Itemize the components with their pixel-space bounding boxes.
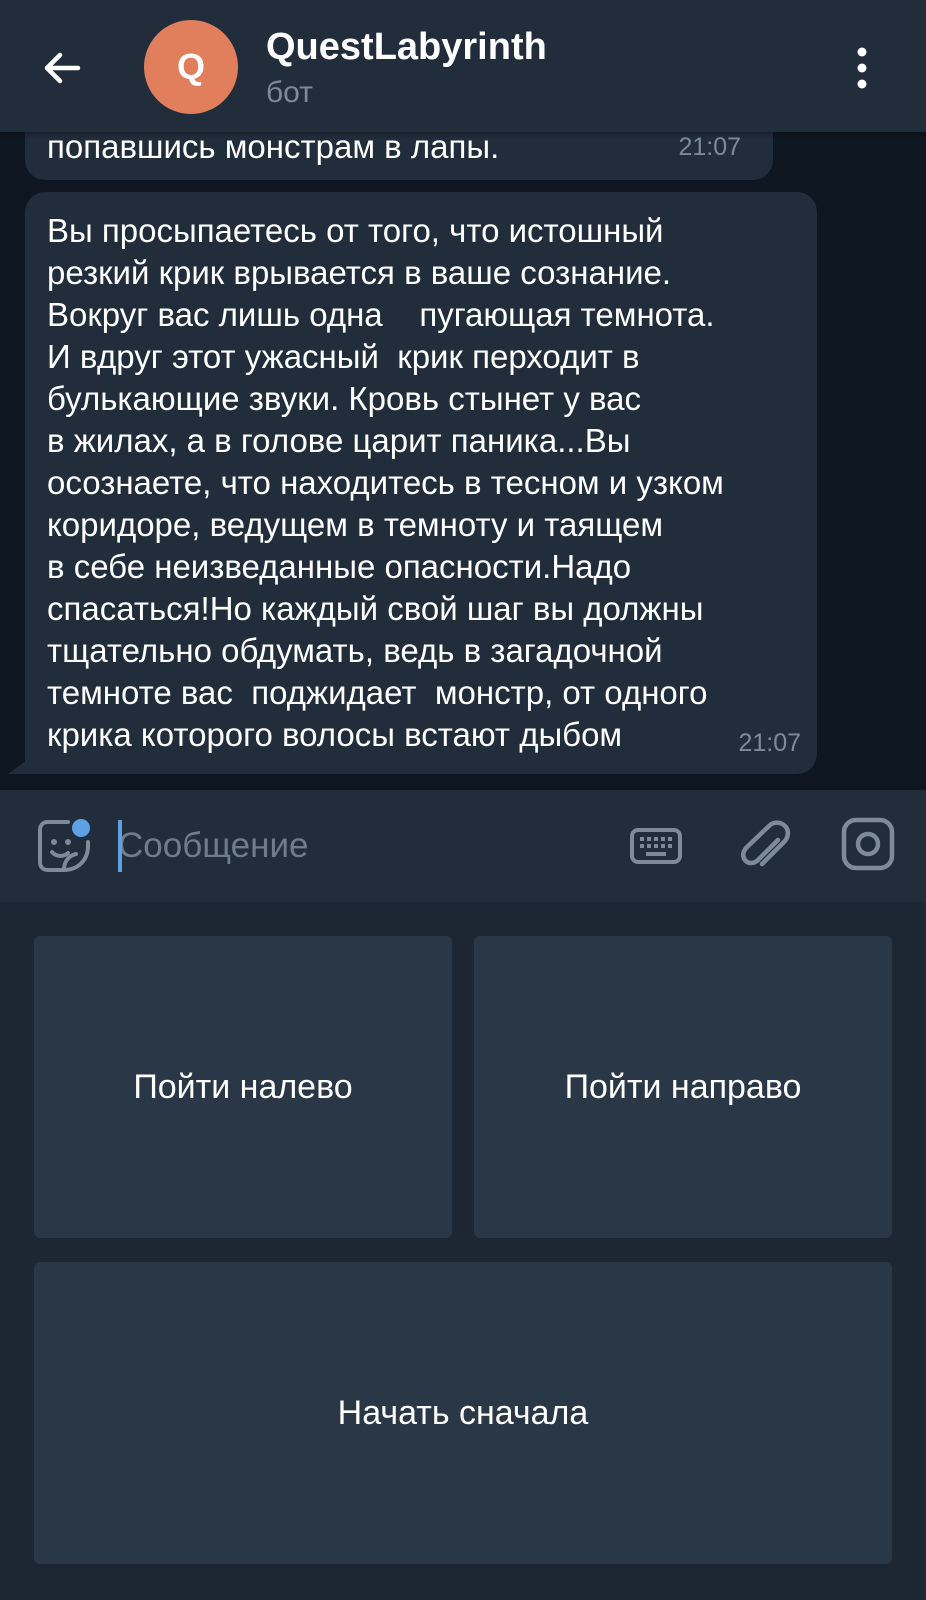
restart-button[interactable]: Начать сначала <box>34 1262 892 1564</box>
chat-screen: попавшись монстрам в лапы. 21:07 Вы прос… <box>0 0 926 1600</box>
paperclip-icon <box>741 820 791 867</box>
avatar-letter: Q <box>176 46 205 87</box>
camera-button[interactable] <box>840 816 896 872</box>
go-right-button[interactable]: Пойти направо <box>474 936 892 1238</box>
message-text: Вы просыпаетесь от того, что истошный ре… <box>47 212 724 753</box>
camera-icon <box>841 817 895 871</box>
message-time: 21:07 <box>738 729 801 757</box>
attach-button[interactable] <box>738 814 792 874</box>
more-vertical-icon <box>857 47 867 89</box>
message-composer <box>0 790 926 902</box>
message-text: попавшись монстрам в лапы. <box>47 128 500 165</box>
text-caret <box>118 820 122 872</box>
arrow-left-icon <box>44 52 81 84</box>
message-bubble[interactable]: Вы просыпаетесь от того, что истошный ре… <box>25 192 817 774</box>
bot-keyboard: Пойти налево Пойти направо Начать сначал… <box>0 902 926 1600</box>
keyboard-button[interactable] <box>628 818 684 874</box>
sticker-button[interactable] <box>34 816 94 876</box>
go-left-button[interactable]: Пойти налево <box>34 936 452 1238</box>
more-button[interactable] <box>852 44 872 92</box>
chat-title[interactable]: QuestLabyrinth <box>266 26 547 69</box>
back-button[interactable] <box>38 44 86 92</box>
keyboard-icon <box>630 828 682 864</box>
chat-header: Q QuestLabyrinth бот <box>0 0 926 132</box>
avatar[interactable]: Q <box>144 20 238 114</box>
message-time: 21:07 <box>678 133 741 161</box>
sticker-icon <box>38 819 90 872</box>
message-input[interactable] <box>118 812 598 880</box>
chat-subtitle: бот <box>266 76 313 109</box>
